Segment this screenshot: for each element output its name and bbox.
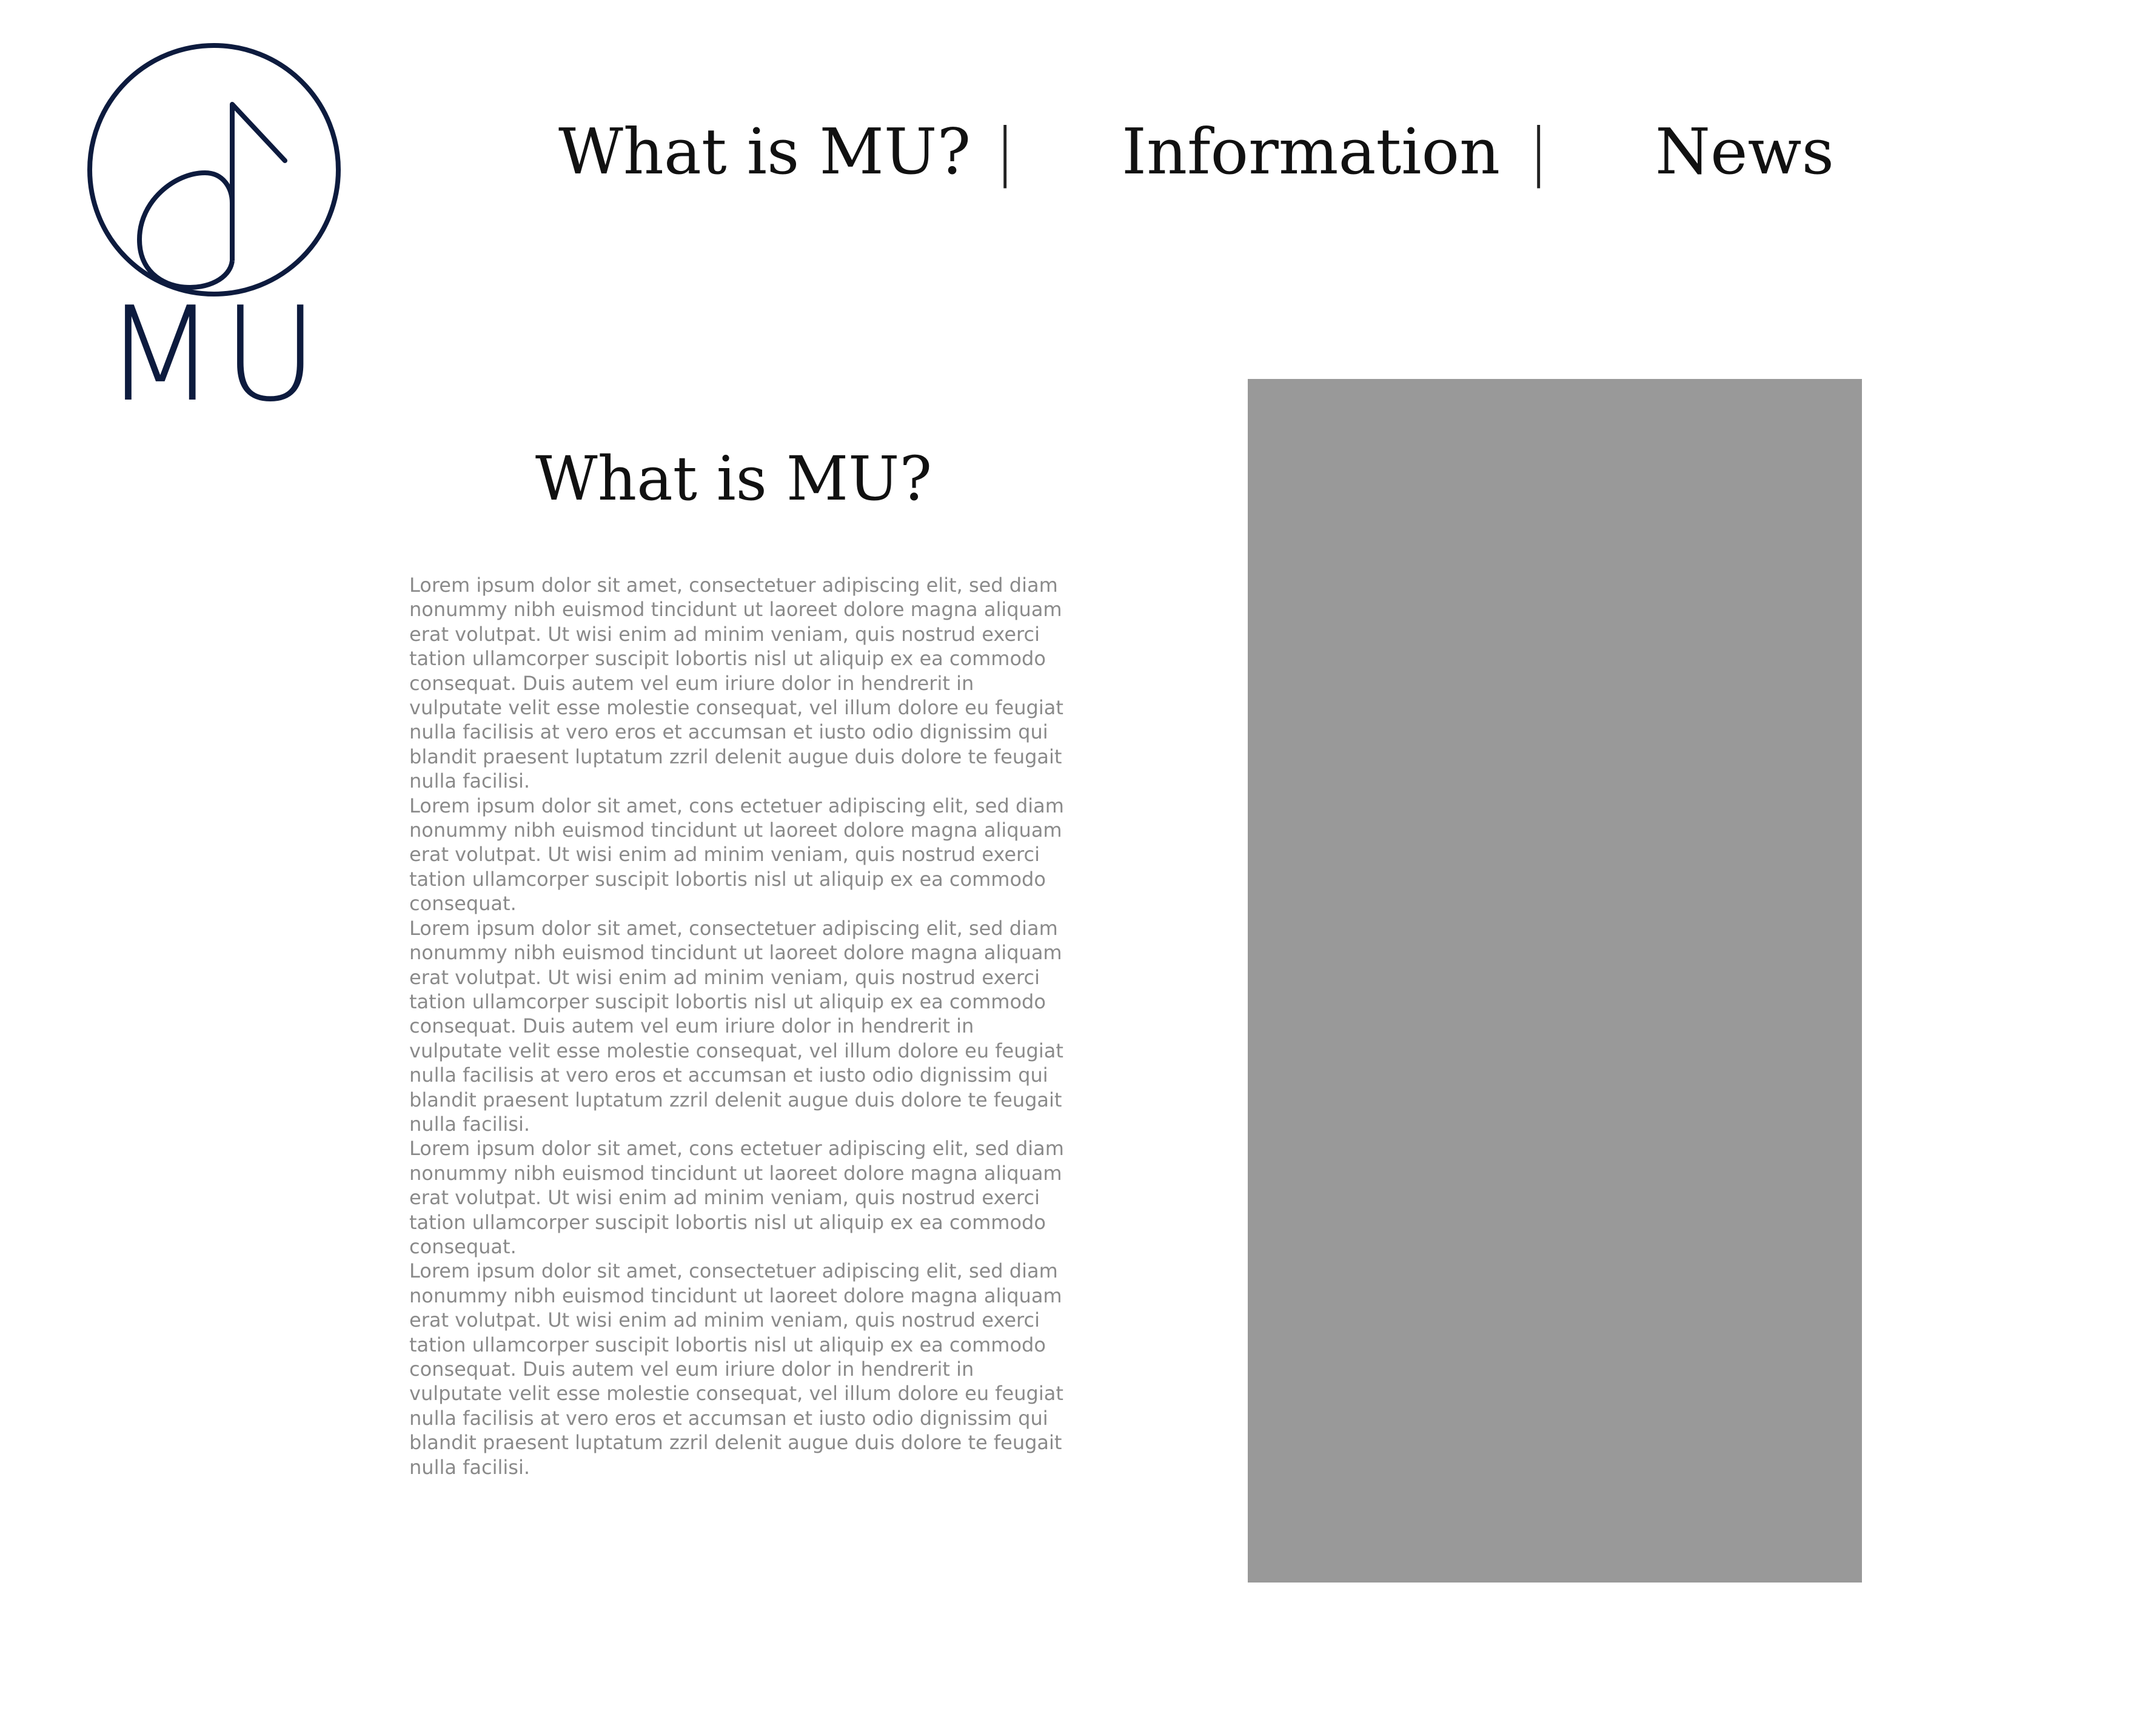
- logo-text: MU: [104, 278, 324, 430]
- main-nav: What is MU? | Information | News: [0, 106, 2156, 203]
- paragraph: Lorem ipsum dolor sit amet, consectetuer…: [409, 1259, 1063, 1479]
- logo[interactable]: MU: [84, 42, 344, 424]
- image-placeholder: [1248, 379, 1862, 1583]
- page-title: What is MU?: [535, 443, 932, 514]
- nav-item-information[interactable]: Information: [1122, 106, 1500, 197]
- paragraph: Lorem ipsum dolor sit amet, cons ectetue…: [409, 1137, 1064, 1258]
- nav-separator: |: [1528, 115, 1550, 189]
- paragraph: Lorem ipsum dolor sit amet, consectetuer…: [409, 574, 1063, 793]
- paragraph: Lorem ipsum dolor sit amet, cons ectetue…: [409, 794, 1064, 916]
- paragraph: Lorem ipsum dolor sit amet, consectetuer…: [409, 916, 1063, 1136]
- nav-separator: |: [994, 115, 1016, 189]
- body-text: Lorem ipsum dolor sit amet, consectetuer…: [409, 573, 1070, 1479]
- nav-item-news[interactable]: News: [1655, 106, 1834, 197]
- nav-item-what-is-mu[interactable]: What is MU?: [558, 106, 971, 197]
